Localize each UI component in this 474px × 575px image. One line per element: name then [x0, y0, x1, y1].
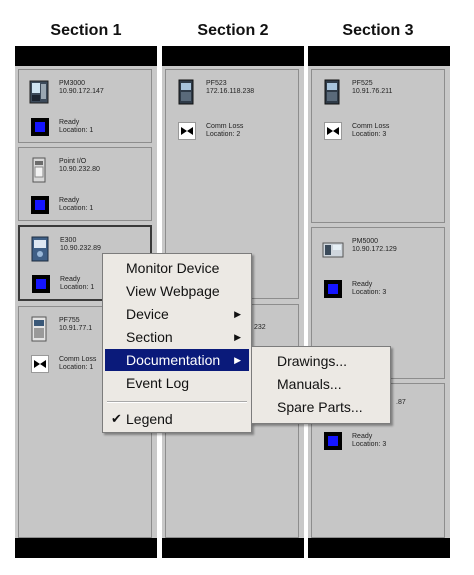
context-menu: Monitor Device View Webpage Device ▶ Sec… [102, 253, 252, 433]
device-status: Ready [59, 119, 80, 126]
documentation-submenu: Drawings... Manuals... Spare Parts... [251, 346, 391, 424]
drive-icon [178, 79, 194, 105]
submenu-item-label: Spare Parts... [277, 399, 363, 415]
device-status: Comm Loss [59, 356, 97, 363]
ready-status-icon [31, 118, 49, 136]
device-location: Location: 3 [352, 441, 387, 448]
section-2-header-bar [162, 46, 304, 66]
submenu-item-label: Drawings... [277, 353, 348, 369]
ready-status-icon [324, 432, 342, 450]
device-name: PF525 [352, 80, 373, 87]
section-3-header-bar [308, 46, 450, 66]
device-status: Comm Loss [352, 123, 390, 130]
section-1-footer-bar [15, 538, 157, 558]
device-ip: 10.91.77.1 [59, 325, 93, 332]
device-name: E300 [60, 237, 77, 244]
device-location: Location: 1 [59, 127, 94, 134]
menu-item-documentation[interactable]: Documentation ▶ [105, 349, 249, 371]
menu-item-label: Monitor Device [126, 260, 220, 276]
menu-separator [107, 401, 247, 403]
section-2-title: Section 2 [197, 22, 269, 39]
menu-item-monitor-device[interactable]: Monitor Device [105, 257, 249, 279]
device-ip: 10.90.172.129 [352, 246, 397, 253]
submenu-item-label: Manuals... [277, 376, 342, 392]
menu-item-label: Section [126, 329, 173, 345]
drive-icon [31, 316, 47, 342]
menu-item-label: View Webpage [126, 283, 220, 299]
device-ip: 10.91.76.211 [352, 88, 393, 95]
device-status: Ready [352, 433, 373, 440]
section-3-panel: PF525 10.91.76.211 Comm Loss Location: 3… [308, 46, 450, 558]
device-card-pf525[interactable]: PF525 10.91.76.211 Comm Loss Location: 3 [311, 69, 445, 223]
menu-item-view-webpage[interactable]: View Webpage [105, 280, 249, 302]
device-location: Location: 2 [206, 131, 241, 138]
device-location: Location: 3 [352, 289, 387, 296]
section-3-footer-bar [308, 538, 450, 558]
device-name: PM5000 [352, 238, 379, 245]
section-1-title: Section 1 [50, 22, 122, 39]
device-name: PF523 [206, 80, 227, 87]
submenu-item-spare-parts[interactable]: Spare Parts... [254, 396, 388, 418]
device-ip: 172.16.118.238 [206, 88, 255, 95]
check-icon: ✔ [111, 411, 122, 426]
submenu-item-drawings[interactable]: Drawings... [254, 350, 388, 372]
device-location: Location: 1 [60, 284, 95, 291]
comm-loss-icon [324, 122, 342, 140]
device-card-point-io[interactable]: Point I/O 10.90.232.80 Ready Location: 1 [18, 147, 152, 221]
submenu-arrow-icon: ▶ [234, 309, 241, 319]
menu-item-event-log[interactable]: Event Log [105, 372, 249, 394]
section-3-title: Section 3 [342, 22, 414, 39]
device-card-pm3000[interactable]: PM3000 10.90.172.147 Ready Location: 1 [18, 69, 152, 143]
menu-item-label: Documentation [126, 352, 221, 368]
device-status: Ready [352, 281, 373, 288]
submenu-item-manuals[interactable]: Manuals... [254, 373, 388, 395]
device-ip: 10.90.232.89 [60, 245, 101, 252]
device-location: Location: 3 [352, 131, 387, 138]
menu-item-label: Legend [126, 411, 173, 427]
comm-loss-icon [178, 122, 196, 140]
device-status: Comm Loss [206, 123, 244, 130]
device-ip: 10.90.232.80 [59, 166, 100, 173]
ready-status-icon [32, 275, 50, 293]
submenu-arrow-icon: ▶ [234, 332, 241, 342]
menu-item-label: Device [126, 306, 169, 322]
device-name: PM3000 [59, 80, 86, 87]
power-meter-icon [29, 80, 49, 104]
device-name: PF755 [59, 317, 80, 324]
menu-item-legend[interactable]: ✔ Legend [105, 408, 249, 430]
device-ip: 10.90.172.147 [59, 88, 104, 95]
submenu-arrow-icon: ▶ [234, 355, 241, 365]
device-status: Ready [59, 197, 80, 204]
overload-relay-icon [31, 236, 49, 262]
drive-icon [324, 79, 340, 105]
section-1-header-bar [15, 46, 157, 66]
device-location: Location: 1 [59, 205, 94, 212]
point-io-icon [32, 157, 46, 183]
menu-item-label: Event Log [126, 375, 190, 391]
device-ip: .87 [396, 399, 406, 406]
device-ip: 232 [254, 324, 266, 331]
ready-status-icon [324, 280, 342, 298]
menu-item-device[interactable]: Device ▶ [105, 303, 249, 325]
ready-status-icon [31, 196, 49, 214]
menu-item-section[interactable]: Section ▶ [105, 326, 249, 348]
section-2-footer-bar [162, 538, 304, 558]
device-status: Ready [60, 276, 81, 283]
comm-loss-icon [31, 355, 49, 373]
power-meter-icon [322, 242, 344, 258]
device-name: Point I/O [59, 158, 87, 165]
device-location: Location: 1 [59, 364, 94, 371]
